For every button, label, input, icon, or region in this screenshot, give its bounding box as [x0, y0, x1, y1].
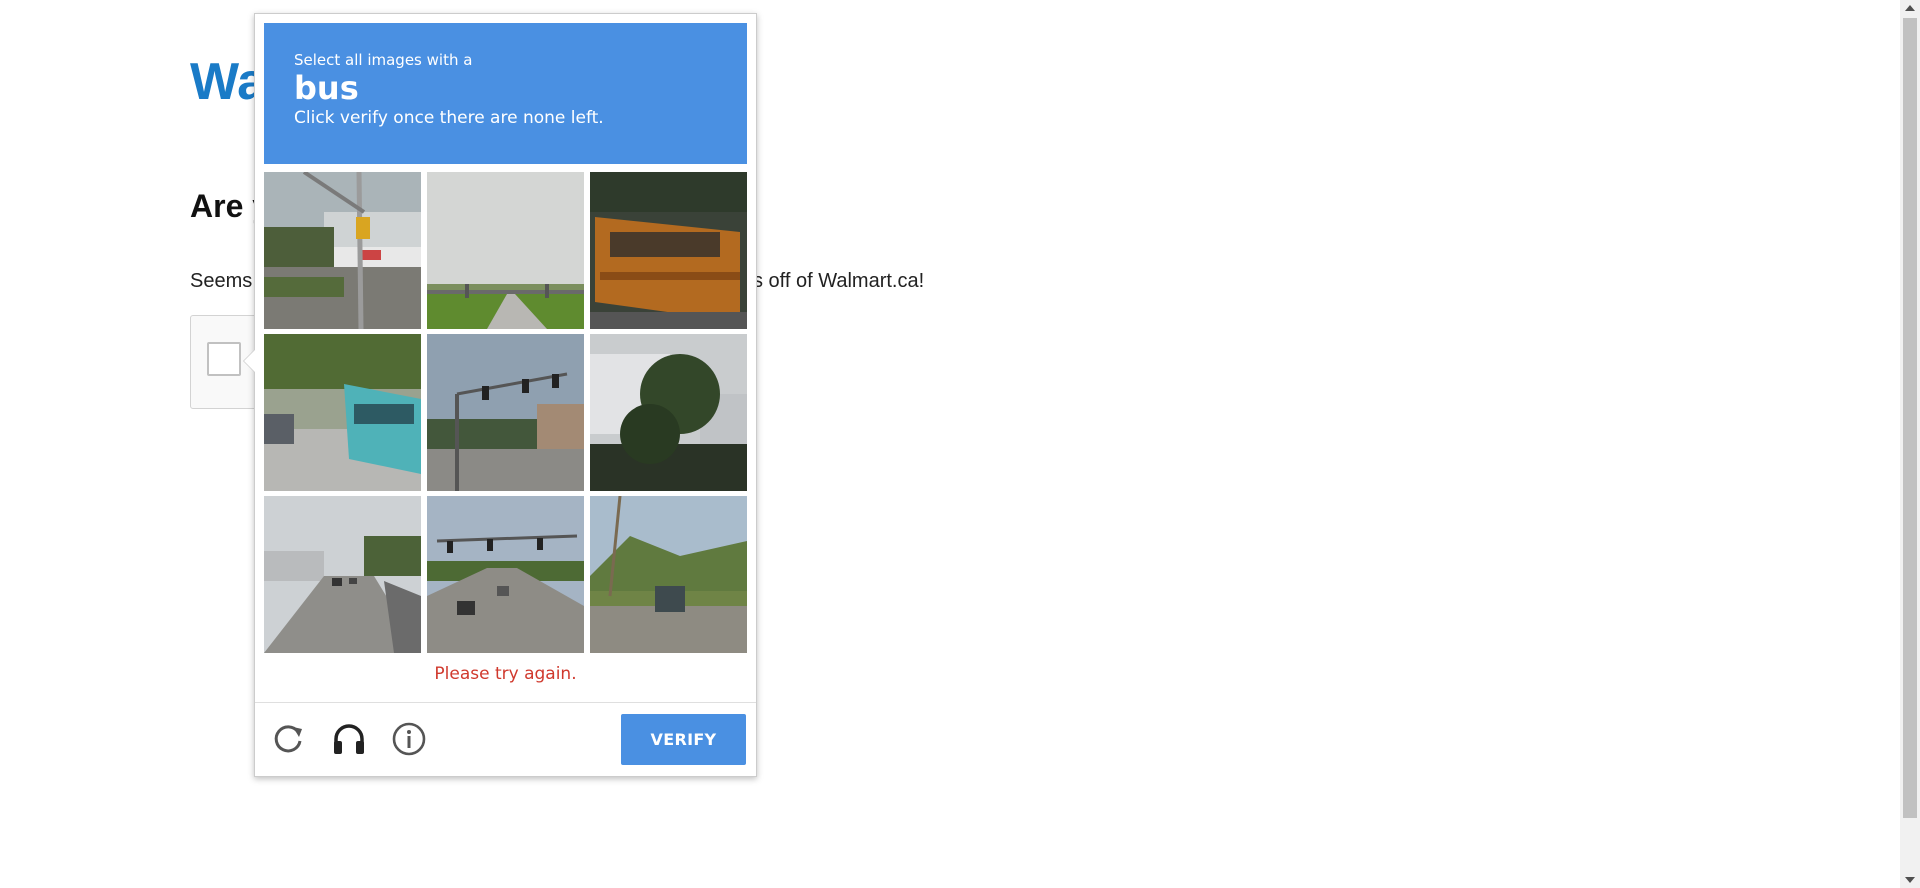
image-tile[interactable] [427, 334, 584, 491]
image-tile[interactable] [264, 172, 421, 329]
info-icon[interactable] [391, 721, 427, 757]
image-tile[interactable] [427, 496, 584, 653]
image-tile[interactable] [590, 172, 747, 329]
reload-icon-svg [274, 725, 302, 753]
footer-divider [255, 702, 756, 703]
image-tile[interactable] [427, 172, 584, 329]
scroll-thumb[interactable] [1903, 18, 1917, 818]
scroll-down-arrow-icon[interactable] [1905, 877, 1915, 883]
recaptcha-checkbox[interactable] [207, 342, 241, 376]
image-tile[interactable] [264, 334, 421, 491]
tile-image [590, 172, 747, 329]
challenge-header: Select all images with a bus Click verif… [264, 23, 747, 164]
body-text-start: Seems [190, 270, 253, 292]
page-scrollbar[interactable] [1900, 0, 1920, 888]
image-tile[interactable] [590, 496, 747, 653]
tile-image [590, 496, 747, 653]
info-icon-svg [392, 722, 426, 756]
error-message: Please try again. [434, 664, 577, 684]
page-body-text: Seems s off of Walmart.ca! [190, 270, 924, 293]
verify-button[interactable]: VERIFY [621, 714, 746, 765]
instruction-subtext: Click verify once there are none left. [294, 108, 604, 128]
headphones-icon-svg [334, 724, 364, 754]
image-tile[interactable] [264, 496, 421, 653]
dialog-pointer [243, 349, 255, 373]
tile-image [590, 334, 747, 491]
body-text-end: s off of Walmart.ca! [753, 270, 925, 292]
tile-image [264, 496, 421, 653]
tile-image [427, 496, 584, 653]
tile-image [264, 172, 421, 329]
tile-image [427, 172, 584, 329]
reload-icon[interactable] [271, 721, 307, 757]
image-tile[interactable] [590, 334, 747, 491]
instruction-text: Select all images with a [294, 51, 473, 69]
tile-image [427, 334, 584, 491]
image-grid [264, 172, 748, 656]
captcha-challenge-dialog: Select all images with a bus Click verif… [243, 13, 757, 777]
target-object: bus [294, 69, 359, 107]
tile-image [264, 334, 421, 491]
scroll-up-arrow-icon[interactable] [1905, 5, 1915, 11]
headphones-icon[interactable] [331, 721, 367, 757]
